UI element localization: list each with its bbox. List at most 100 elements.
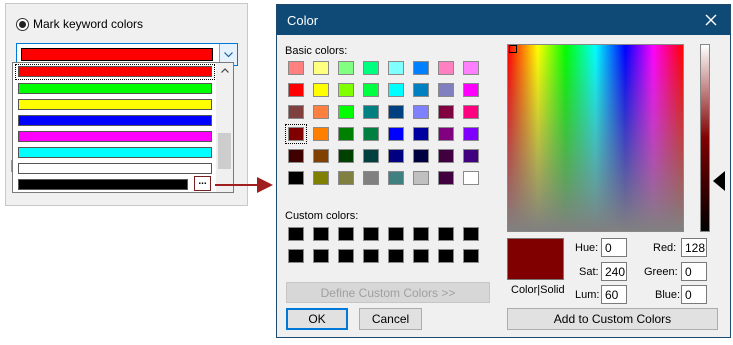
- luminosity-slider[interactable]: [700, 44, 710, 232]
- basic-color-swatch[interactable]: [438, 105, 454, 119]
- basic-color-swatch[interactable]: [363, 105, 379, 119]
- basic-color-swatch[interactable]: [363, 149, 379, 163]
- dropdown-color-swatch: [18, 131, 212, 142]
- basic-color-swatch[interactable]: [438, 171, 454, 185]
- dropdown-color-item[interactable]: [15, 160, 215, 176]
- custom-color-swatch[interactable]: [338, 227, 354, 241]
- custom-color-swatch[interactable]: [313, 227, 329, 241]
- basic-color-swatch[interactable]: [338, 83, 354, 97]
- custom-color-swatch[interactable]: [413, 249, 429, 263]
- basic-color-swatch[interactable]: [388, 83, 404, 97]
- custom-color-swatch[interactable]: [338, 249, 354, 263]
- custom-color-swatch[interactable]: [288, 249, 304, 263]
- custom-color-swatch[interactable]: [388, 227, 404, 241]
- basic-color-swatch[interactable]: [413, 127, 429, 141]
- basic-color-swatch[interactable]: [363, 171, 379, 185]
- color-spectrum[interactable]: [507, 44, 684, 232]
- basic-color-swatch[interactable]: [438, 83, 454, 97]
- basic-color-swatch[interactable]: [363, 127, 379, 141]
- lum-input[interactable]: 60: [601, 285, 627, 304]
- luminosity-pointer-icon[interactable]: [713, 171, 725, 191]
- custom-color-swatch[interactable]: [438, 249, 454, 263]
- basic-color-swatch[interactable]: [313, 149, 329, 163]
- arrow-connector: [215, 177, 273, 193]
- basic-color-swatch[interactable]: [288, 61, 304, 75]
- dropdown-color-swatch: [18, 147, 212, 158]
- dropdown-color-item[interactable]: [15, 80, 215, 96]
- basic-color-swatch[interactable]: [288, 83, 304, 97]
- basic-color-swatch[interactable]: [363, 83, 379, 97]
- blue-input[interactable]: 0: [681, 285, 707, 304]
- basic-color-swatch[interactable]: [463, 83, 479, 97]
- sat-input[interactable]: 240: [601, 262, 627, 281]
- basic-color-swatch[interactable]: [313, 105, 329, 119]
- custom-colors-grid: [288, 227, 490, 271]
- basic-color-swatch[interactable]: [438, 61, 454, 75]
- basic-color-swatch[interactable]: [388, 61, 404, 75]
- basic-color-swatch[interactable]: [463, 61, 479, 75]
- dropdown-color-item[interactable]: [15, 96, 215, 112]
- scroll-up-button[interactable]: [216, 63, 233, 77]
- custom-color-swatch[interactable]: [463, 227, 479, 241]
- basic-color-swatch[interactable]: [438, 127, 454, 141]
- basic-color-swatch[interactable]: [338, 127, 354, 141]
- basic-color-swatch[interactable]: [313, 61, 329, 75]
- basic-color-swatch[interactable]: [338, 61, 354, 75]
- basic-color-swatch[interactable]: [413, 83, 429, 97]
- cancel-button[interactable]: Cancel: [359, 308, 422, 330]
- basic-color-swatch[interactable]: [288, 149, 304, 163]
- basic-color-swatch[interactable]: [413, 171, 429, 185]
- basic-color-swatch[interactable]: [313, 83, 329, 97]
- define-custom-colors-button[interactable]: Define Custom Colors >>: [286, 282, 490, 303]
- red-label: Red:: [653, 242, 677, 254]
- close-button[interactable]: [700, 9, 722, 31]
- basic-color-swatch[interactable]: [288, 171, 304, 185]
- red-input[interactable]: 128: [681, 238, 707, 257]
- add-to-custom-colors-button[interactable]: Add to Custom Colors: [507, 308, 718, 330]
- mark-keyword-colors-option[interactable]: Mark keyword colors: [16, 17, 143, 31]
- basic-color-swatch[interactable]: [388, 127, 404, 141]
- dropdown-color-item[interactable]: [15, 112, 215, 128]
- dropdown-scrollbar[interactable]: [216, 63, 233, 192]
- custom-color-swatch[interactable]: [288, 227, 304, 241]
- basic-color-swatch[interactable]: [463, 127, 479, 141]
- ok-button[interactable]: OK: [286, 308, 348, 330]
- basic-color-swatch[interactable]: [285, 124, 307, 144]
- green-input[interactable]: 0: [681, 262, 707, 281]
- dropdown-color-item[interactable]: [15, 128, 215, 144]
- basic-color-swatch[interactable]: [388, 105, 404, 119]
- custom-color-swatch[interactable]: [313, 249, 329, 263]
- custom-color-swatch[interactable]: [413, 227, 429, 241]
- basic-color-swatch[interactable]: [388, 149, 404, 163]
- custom-color-swatch[interactable]: [363, 249, 379, 263]
- hue-input[interactable]: 0: [601, 238, 627, 257]
- color-solid-label: Color|Solid: [511, 284, 565, 296]
- basic-color-swatch[interactable]: [338, 171, 354, 185]
- basic-color-swatch[interactable]: [463, 149, 479, 163]
- custom-color-swatch[interactable]: [438, 227, 454, 241]
- basic-color-swatch[interactable]: [313, 127, 329, 141]
- basic-color-swatch[interactable]: [438, 149, 454, 163]
- dropdown-color-item[interactable]: [15, 64, 215, 80]
- dropdown-color-item[interactable]: [15, 144, 215, 160]
- dropdown-color-swatch: [18, 163, 212, 174]
- radio-button[interactable]: [16, 17, 29, 31]
- custom-color-swatch[interactable]: [363, 227, 379, 241]
- dialog-titlebar[interactable]: Color: [277, 5, 730, 35]
- basic-color-swatch[interactable]: [388, 171, 404, 185]
- dropdown-color-item[interactable]: [15, 176, 215, 192]
- basic-color-swatch[interactable]: [463, 171, 479, 185]
- dropdown-color-swatch: [18, 179, 188, 190]
- scroll-thumb[interactable]: [218, 133, 231, 169]
- basic-color-swatch[interactable]: [338, 149, 354, 163]
- custom-color-swatch[interactable]: [388, 249, 404, 263]
- basic-color-swatch[interactable]: [363, 61, 379, 75]
- basic-color-swatch[interactable]: [413, 149, 429, 163]
- basic-color-swatch[interactable]: [413, 105, 429, 119]
- basic-color-swatch[interactable]: [313, 171, 329, 185]
- custom-color-swatch[interactable]: [463, 249, 479, 263]
- basic-color-swatch[interactable]: [288, 105, 304, 119]
- basic-color-swatch[interactable]: [338, 105, 354, 119]
- basic-color-swatch[interactable]: [463, 105, 479, 119]
- basic-color-swatch[interactable]: [413, 61, 429, 75]
